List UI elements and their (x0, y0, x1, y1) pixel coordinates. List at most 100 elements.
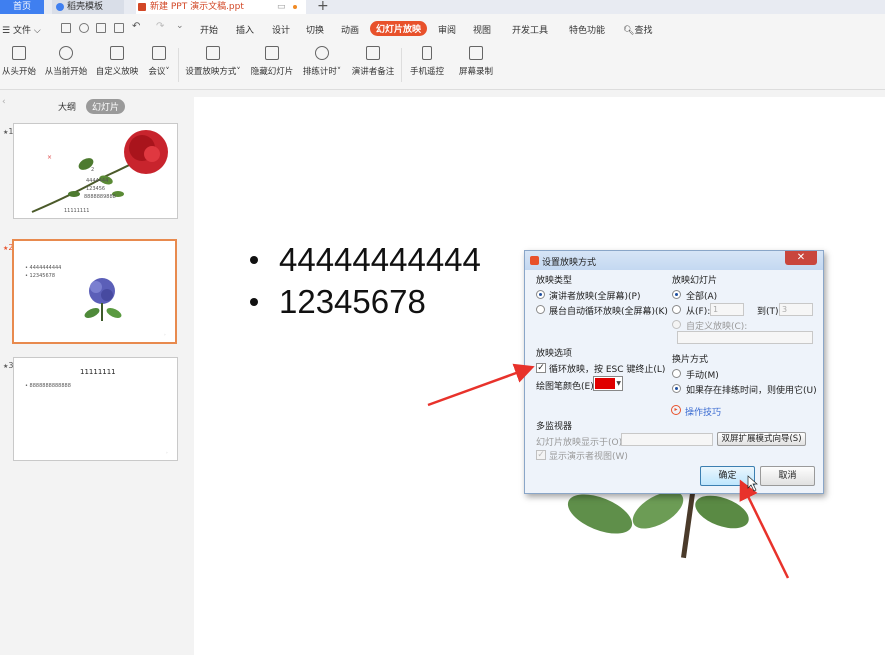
hide-slide-label: 隐藏幻灯片 (250, 67, 294, 77)
screen-record-icon (469, 46, 483, 60)
dialog-title: 设置放映方式 (542, 258, 597, 268)
tab-home[interactable]: 首页 (0, 0, 44, 14)
hide-slide-button[interactable]: 隐藏幻灯片 (249, 42, 295, 86)
tab-features[interactable]: 特色功能 (569, 23, 605, 36)
ppt-file-icon (138, 3, 146, 11)
phone-remote-label: 手机遥控 (409, 67, 444, 77)
presenter-view-checkbox[interactable]: ✓ (536, 450, 546, 460)
file-menu[interactable]: ☰ 文件 ⌵ (2, 23, 41, 36)
quick-access-dropdown-icon[interactable]: ⌄ (176, 21, 184, 31)
from-label: 从(F): (686, 307, 711, 317)
radio-kiosk-show[interactable] (536, 305, 545, 314)
undo-icon[interactable]: ↶ (132, 21, 140, 32)
rehearse-label: 排练计时˅ (302, 67, 342, 77)
print-icon[interactable] (96, 23, 106, 33)
close-icon[interactable]: ✕ (785, 251, 817, 265)
tab-developer[interactable]: 开发工具 (512, 23, 548, 36)
tab-animation[interactable]: 动画 (341, 23, 359, 36)
kiosk-show-label[interactable]: 展台自动循环放映(全屏幕)(K) (549, 304, 668, 317)
custom-show-select[interactable] (677, 331, 813, 344)
speaker-show-label[interactable]: 演讲者放映(全屏幕)(P) (549, 289, 640, 302)
thumb-text: 11111111 (64, 208, 90, 214)
new-tab-icon[interactable]: + (317, 0, 329, 14)
thumb-title: 11111111 (80, 368, 116, 376)
dual-screen-wizard-button[interactable]: 双屏扩展模式向导(S) (717, 432, 806, 446)
tab-view[interactable]: 视图 (473, 23, 491, 36)
screen-record-button[interactable]: 屏幕录制 (455, 42, 497, 86)
tab-transitions[interactable]: 切换 (306, 23, 324, 36)
print-preview-icon[interactable] (114, 23, 124, 33)
save-icon[interactable] (61, 23, 71, 33)
template-store-icon (56, 3, 64, 11)
custom-show-button[interactable]: 自定义放映 (94, 42, 140, 86)
presenter-view-label[interactable]: 显示演示者视图(W) (549, 449, 628, 462)
show-options-heading: 放映选项 (536, 349, 573, 359)
collapse-panel-icon[interactable]: ‹ (2, 97, 6, 107)
radio-manual-advance[interactable] (672, 369, 681, 378)
slide-number: ★3 (3, 361, 14, 370)
slides-panel: ‹ 大纲 幻灯片 ★1 × 2 4444444 123456 888888988… (0, 91, 193, 655)
search-command[interactable]: 🔍︎查找 (623, 23, 652, 36)
loop-checkbox[interactable]: ✓ (536, 363, 546, 373)
thumb-text: 2 (91, 167, 95, 173)
screen-icon[interactable]: ▭ (277, 0, 286, 14)
thumb-text: 8888889888 (84, 194, 116, 200)
hydrangea-image (84, 278, 122, 321)
phone-icon (422, 46, 432, 60)
setup-show-button[interactable]: 设置放映方式˅ (183, 42, 243, 86)
radio-speaker-show[interactable] (536, 290, 545, 299)
loop-label[interactable]: 循环放映，按 ESC 键终止(L) (549, 362, 665, 375)
bullet-dot (250, 256, 258, 264)
use-timings-label[interactable]: 如果存在排练时间，则使用它(U) (686, 383, 817, 396)
radio-all-slides[interactable] (672, 290, 681, 299)
all-slides-label[interactable]: 全部(A) (686, 289, 717, 302)
from-current-button[interactable]: 从当前开始 (42, 42, 90, 86)
monitor-select[interactable] (621, 433, 713, 446)
wps-logo-icon (530, 256, 539, 265)
bullet-dot (250, 298, 258, 306)
tab-outline[interactable]: 大纲 (58, 100, 76, 113)
ribbon-divider (178, 48, 179, 82)
tab-slide-show[interactable]: 幻灯片放映 (370, 21, 428, 36)
tab-slides[interactable]: 幻灯片 (86, 99, 126, 114)
tab-review[interactable]: 审阅 (438, 23, 456, 36)
ribbon-divider (401, 48, 402, 82)
thumb-text: 123456 (86, 186, 106, 192)
from-start-button[interactable]: 从头开始 (0, 42, 38, 86)
cancel-button[interactable]: 取消 (760, 466, 815, 486)
to-label: 到(T): (757, 307, 782, 317)
redo-icon[interactable]: ↷ (156, 21, 164, 32)
pen-color-picker[interactable]: ▼ (593, 376, 623, 391)
slide-thumbnail-2[interactable]: • 4444444444 • 12345678 ◦ (12, 239, 177, 344)
meeting-button[interactable]: 会议˅ (144, 42, 174, 86)
pen-color-swatch (595, 378, 615, 389)
slide-thumbnail-1[interactable]: × 2 4444444 123456 8888889888 11111111 (13, 123, 178, 219)
radio-custom-show[interactable] (672, 320, 681, 329)
tab-insert[interactable]: 插入 (236, 23, 254, 36)
tips-link[interactable]: 操作技巧 (685, 405, 721, 418)
tab-home-ribbon[interactable]: 开始 (200, 23, 218, 36)
hide-slide-icon (265, 46, 279, 60)
radio-use-timings[interactable] (672, 384, 681, 393)
slide-thumbnail-3[interactable]: 11111111 • 8888888888888 ◦ (13, 357, 178, 461)
radio-from-slide[interactable] (672, 305, 681, 314)
phone-remote-button[interactable]: 手机遥控 (406, 42, 448, 86)
tab-design[interactable]: 设计 (272, 23, 290, 36)
show-slides-heading: 放映幻灯片 (672, 276, 718, 286)
tab-current-document[interactable]: 新建 PPT 演示文稿.ppt ▭ (136, 0, 306, 14)
wps-presentation-window: 首页 稻壳模板 新建 PPT 演示文稿.ppt ▭ + ☰ 文件 ⌵ ↶ ↷ ⌄… (0, 0, 885, 655)
tab-template-store[interactable]: 稻壳模板 (52, 0, 124, 14)
manual-advance-label[interactable]: 手动(M) (686, 368, 719, 381)
rehearse-timings-button[interactable]: 排练计时˅ (300, 42, 344, 86)
play-current-icon (59, 46, 73, 60)
thumb-text: • 8888888888888 (25, 383, 71, 389)
from-slide-stepper[interactable]: 1 (710, 303, 744, 316)
setup-show-dialog: 设置放映方式 ✕ 放映类型 演讲者放映(全屏幕)(P) 展台自动循环放映(全屏幕… (524, 250, 824, 494)
ok-button[interactable]: 确定 (700, 466, 755, 486)
setup-show-icon (206, 46, 220, 60)
presenter-notes-button[interactable]: 演讲者备注 (349, 42, 397, 86)
from-current-label: 从当前开始 (44, 67, 88, 77)
export-pdf-icon[interactable] (79, 23, 89, 33)
to-slide-stepper[interactable]: 3 (779, 303, 813, 316)
dialog-titlebar[interactable]: 设置放映方式 ✕ (525, 251, 823, 270)
